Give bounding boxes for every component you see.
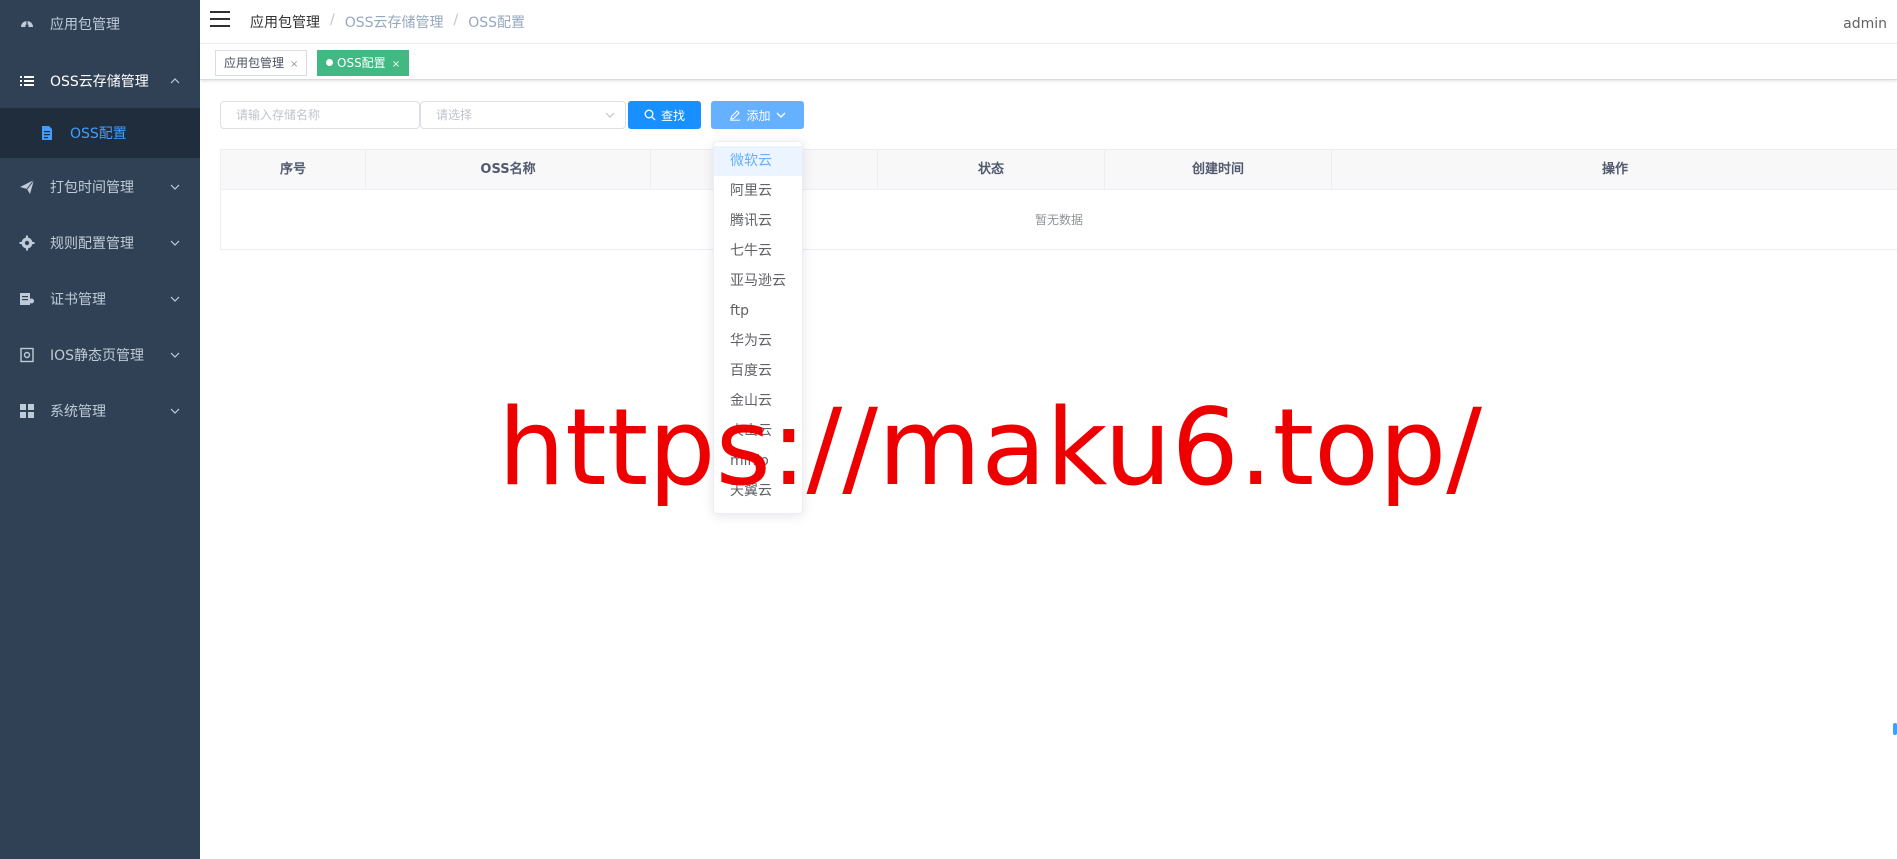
sidebar-item-label: IOS静态页管理: [50, 348, 145, 364]
dropdown-item-amazon[interactable]: 亚马逊云: [714, 266, 802, 296]
dropdown-item-huawei[interactable]: 华为云: [714, 326, 802, 356]
dropdown-item-ftp[interactable]: ftp: [714, 296, 802, 326]
dropdown-item-azure[interactable]: 微软云: [714, 146, 802, 176]
sidebar-subitem-label: OSS配置: [70, 126, 127, 142]
add-button[interactable]: 添加: [711, 101, 804, 129]
send-icon: [19, 179, 35, 195]
column-header: 创建时间: [1105, 150, 1332, 190]
tag-label: 应用包管理: [224, 56, 285, 70]
chevron-down-icon: [776, 112, 785, 118]
sidebar-item-app-package[interactable]: 应用包管理: [0, 0, 200, 52]
gear-icon: [19, 235, 35, 251]
add-button-label: 添加: [746, 108, 771, 123]
sidebar-item-pack-time[interactable]: 打包时间管理: [0, 159, 200, 215]
search-icon: [644, 109, 656, 121]
chevron-down-icon: [605, 112, 615, 118]
list-icon: [19, 73, 35, 89]
navbar: 应用包管理 / OSS云存储管理 / OSS配置 admin: [200, 0, 1897, 44]
dropdown-item-aliyun[interactable]: 阿里云: [714, 176, 802, 206]
dropdown-item-qiniu[interactable]: 七牛云: [714, 236, 802, 266]
sidebar-item-label: 打包时间管理: [50, 180, 134, 196]
tag-label: OSS配置: [337, 56, 386, 70]
chevron-down-icon: [170, 184, 180, 190]
certificate-icon: [19, 291, 35, 307]
tag-oss-config[interactable]: OSS配置 ×: [317, 50, 410, 76]
hamburger-icon[interactable]: [210, 10, 232, 28]
column-header: 状态: [878, 150, 1105, 190]
active-dot-icon: [326, 59, 333, 66]
dropdown-item-baidu[interactable]: 百度云: [714, 356, 802, 386]
column-header: 操作: [1601, 162, 1628, 177]
sidebar-item-rule-config[interactable]: 规则配置管理: [0, 215, 200, 271]
storage-name-input[interactable]: 请输入存储名称: [220, 101, 420, 129]
sidebar-item-oss-storage[interactable]: OSS云存储管理: [0, 53, 200, 109]
column-header: 序号: [221, 150, 366, 190]
breadcrumb-item[interactable]: OSS云存储管理: [345, 12, 444, 32]
breadcrumb-separator: /: [330, 12, 335, 28]
grid-icon: [19, 403, 35, 419]
breadcrumb: 应用包管理 / OSS云存储管理 / OSS配置: [250, 12, 525, 32]
chevron-down-icon: [170, 296, 180, 302]
close-icon[interactable]: ×: [392, 59, 400, 70]
search-button[interactable]: 查找: [628, 101, 701, 129]
status-select-placeholder: 请选择: [436, 108, 473, 122]
edge-indicator: [1893, 723, 1897, 735]
oss-table: 序号 OSS名称 状态 创建时间 操作 暂无数据: [220, 149, 1897, 250]
breadcrumb-item[interactable]: 应用包管理: [250, 12, 320, 32]
document-icon: [42, 126, 52, 140]
table-header: 序号 OSS名称 状态 创建时间 操作: [221, 150, 1897, 190]
breadcrumb-item: OSS配置: [468, 15, 526, 31]
sidebar-subitem-oss-config[interactable]: OSS配置: [0, 108, 200, 158]
tag-app-package[interactable]: 应用包管理 ×: [215, 50, 308, 76]
dropdown-item-tencent[interactable]: 腾讯云: [714, 206, 802, 236]
page-icon: [19, 347, 35, 363]
sidebar: 应用包管理 OSS云存储管理 OSS配置 打包时间管理 规则配置管理 证书管理: [0, 0, 200, 859]
sidebar-item-label: 证书管理: [50, 292, 106, 308]
status-select[interactable]: 请选择: [420, 101, 626, 129]
sidebar-item-label: OSS云存储管理: [50, 74, 149, 90]
edit-icon: [730, 110, 741, 121]
tags-view: 应用包管理 × OSS配置 ×: [200, 44, 1897, 80]
sidebar-item-label: 系统管理: [50, 404, 106, 420]
watermark-text: https://maku6.top/: [498, 386, 1483, 509]
close-icon[interactable]: ×: [290, 59, 298, 70]
table-empty-text: 暂无数据: [1034, 213, 1083, 227]
chevron-down-icon: [170, 240, 180, 246]
user-menu[interactable]: admin: [1843, 16, 1887, 32]
dashboard-icon: [19, 16, 35, 32]
chevron-down-icon: [170, 352, 180, 358]
sidebar-item-label: 规则配置管理: [50, 236, 134, 252]
sidebar-item-certificate[interactable]: 证书管理: [0, 271, 200, 327]
chevron-up-icon: [170, 78, 180, 84]
column-header: OSS名称: [366, 150, 651, 190]
sidebar-item-label: 应用包管理: [50, 17, 120, 33]
breadcrumb-separator: /: [453, 12, 459, 28]
sidebar-item-system[interactable]: 系统管理: [0, 383, 200, 439]
storage-name-placeholder: 请输入存储名称: [236, 108, 321, 122]
chevron-down-icon: [170, 408, 180, 414]
search-button-label: 查找: [660, 108, 685, 123]
sidebar-item-ios-static-page[interactable]: IOS静态页管理: [0, 327, 200, 383]
